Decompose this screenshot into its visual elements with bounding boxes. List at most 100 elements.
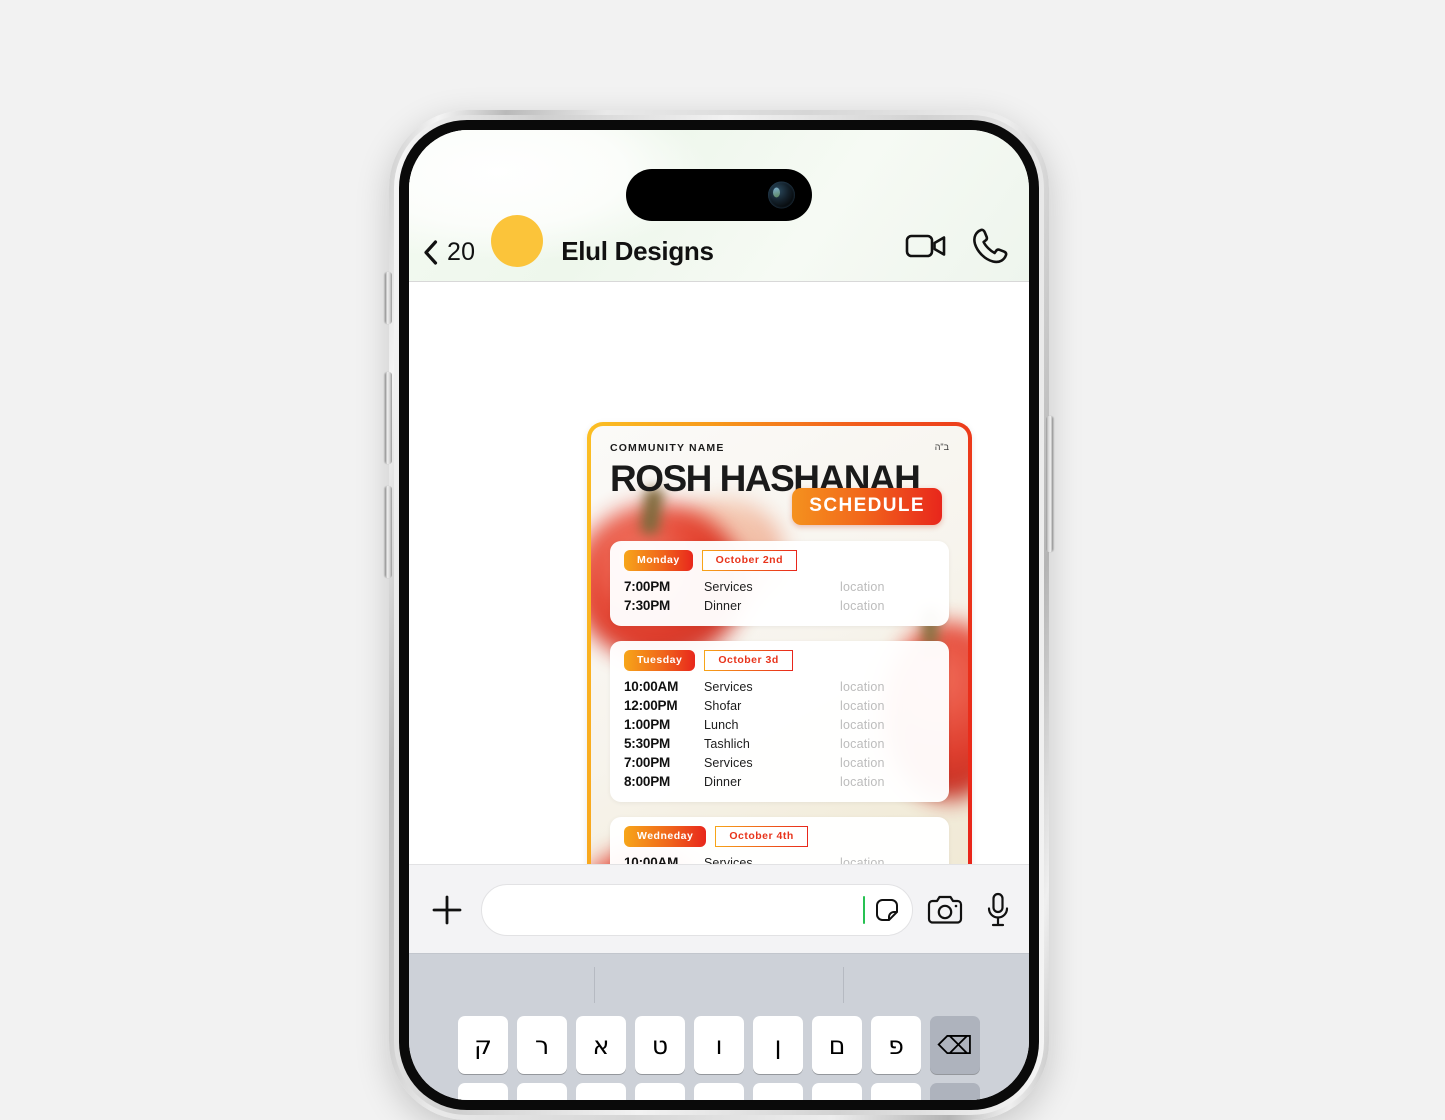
keyboard-row-2-key[interactable] bbox=[812, 1083, 862, 1100]
message-input[interactable] bbox=[481, 883, 913, 936]
event-time: 10:00AM bbox=[624, 678, 679, 694]
keyboard-row-2-key[interactable] bbox=[635, 1083, 685, 1100]
contact-name: Elul Designs bbox=[561, 236, 714, 266]
chat-message-list[interactable]: COMMUNITY NAME ב"ה ROSH HASHANAH SCHEDUL… bbox=[409, 282, 1029, 864]
event-time: 7:00PM bbox=[624, 578, 671, 594]
schedule-day-cards: Monday October 2nd 7:00PM Services location 7… bbox=[591, 525, 968, 864]
event-location: location bbox=[840, 698, 885, 713]
schedule-event-row: 1:00PM Lunch location bbox=[624, 715, 935, 734]
event-name: Lunch bbox=[704, 717, 739, 732]
keyboard-row-2-key[interactable] bbox=[576, 1083, 626, 1100]
event-time: 1:00PM bbox=[624, 716, 671, 732]
event-time: 10:00AM bbox=[624, 854, 679, 864]
keyboard-row-2-key[interactable] bbox=[871, 1083, 921, 1100]
plus-icon[interactable] bbox=[427, 890, 467, 930]
phone-screen: 20 Elul Designs COMMUNITY NAME ב"ה ROSH … bbox=[409, 130, 1029, 1100]
schedule-event-row: 5:30PM Tashlich location bbox=[624, 734, 935, 753]
event-location: location bbox=[840, 598, 885, 613]
text-cursor bbox=[862, 895, 865, 924]
key-א[interactable]: א bbox=[576, 1016, 626, 1074]
predictive-divider bbox=[842, 967, 844, 1003]
event-location: location bbox=[840, 579, 885, 594]
message-composer bbox=[409, 864, 1029, 954]
power-button[interactable] bbox=[1046, 416, 1053, 552]
event-name: Shofar bbox=[704, 698, 742, 713]
event-location: location bbox=[840, 774, 885, 789]
event-name: Services bbox=[704, 755, 753, 770]
event-name: Dinner bbox=[704, 774, 742, 789]
schedule-event-row: 7:00PM Services location bbox=[624, 753, 935, 772]
day-pill: Tuesday bbox=[624, 649, 696, 671]
video-camera-icon[interactable] bbox=[905, 225, 947, 267]
event-location: location bbox=[840, 736, 885, 751]
event-name: Services bbox=[704, 579, 753, 594]
backspace-icon[interactable]: ⌫ bbox=[930, 1016, 980, 1074]
event-location: location bbox=[840, 755, 885, 770]
sticker-icon[interactable] bbox=[874, 897, 900, 923]
phone-icon[interactable] bbox=[969, 225, 1011, 267]
unread-count: 20 bbox=[447, 238, 476, 266]
predictive-text-bar[interactable] bbox=[409, 954, 1029, 1016]
schedule-event-row: 7:00PM Services location bbox=[624, 577, 935, 596]
phone-bezel: 20 Elul Designs COMMUNITY NAME ב"ה ROSH … bbox=[399, 120, 1039, 1110]
key-ר[interactable]: ר bbox=[517, 1016, 567, 1074]
keyboard-row-2-key[interactable] bbox=[458, 1083, 508, 1100]
screenshot-stage: 20 Elul Designs COMMUNITY NAME ב"ה ROSH … bbox=[0, 0, 1445, 1120]
day-pill: Wedneday bbox=[624, 825, 707, 847]
keyboard-row-2-key[interactable] bbox=[694, 1083, 744, 1100]
event-time: 7:00PM bbox=[624, 754, 671, 770]
keyboard-row-2 bbox=[409, 1083, 1029, 1100]
keyboard-row-1: ק ר א ט ו ן ם פ ⌫ bbox=[409, 1016, 1029, 1074]
back-button[interactable]: 20 bbox=[423, 238, 475, 267]
date-pill: October 3d bbox=[704, 649, 793, 671]
key-ו[interactable]: ו bbox=[694, 1016, 744, 1074]
volume-down-button[interactable] bbox=[385, 486, 392, 578]
date-pill: October 4th bbox=[715, 825, 808, 847]
camera-icon[interactable] bbox=[927, 892, 963, 928]
schedule-event-row: 8:00PM Dinner location bbox=[624, 772, 935, 791]
schedule-day-card: Wedneday October 4th 10:00AM Services locati… bbox=[610, 816, 949, 864]
phone-device: 20 Elul Designs COMMUNITY NAME ב"ה ROSH … bbox=[385, 110, 1053, 1120]
action-button[interactable] bbox=[385, 272, 392, 324]
event-name: Services bbox=[704, 679, 753, 694]
day-pill: Monday bbox=[624, 549, 693, 571]
chat-navbar: 20 Elul Designs bbox=[409, 130, 1029, 282]
day-card-header: Wedneday October 4th bbox=[624, 825, 935, 847]
event-location: location bbox=[840, 855, 885, 864]
key-פ[interactable]: פ bbox=[871, 1016, 921, 1074]
volume-up-button[interactable] bbox=[385, 372, 392, 464]
keyboard-row-2-key[interactable] bbox=[517, 1083, 567, 1100]
key-ק[interactable]: ק bbox=[458, 1016, 508, 1074]
date-pill: October 2nd bbox=[701, 549, 798, 571]
key-ם[interactable]: ם bbox=[812, 1016, 862, 1074]
event-time: 8:00PM bbox=[624, 773, 671, 789]
schedule-event-row: 10:00AM Services location bbox=[624, 853, 935, 864]
event-name: Tashlich bbox=[704, 736, 750, 751]
schedule-day-card: Tuesday October 3d 10:00AM Services location… bbox=[610, 640, 949, 802]
microphone-icon[interactable] bbox=[985, 892, 1011, 928]
key-ן[interactable]: ן bbox=[753, 1016, 803, 1074]
day-card-header: Tuesday October 3d bbox=[624, 649, 935, 671]
schedule-event-row: 7:30PM Dinner location bbox=[624, 596, 935, 615]
community-name: COMMUNITY NAME bbox=[610, 442, 725, 454]
event-location: location bbox=[840, 679, 885, 694]
chevron-left-icon bbox=[424, 240, 438, 265]
day-card-header: Monday October 2nd bbox=[624, 549, 935, 571]
event-time: 7:30PM bbox=[624, 597, 671, 613]
avatar[interactable] bbox=[491, 215, 544, 267]
event-time: 12:00PM bbox=[624, 697, 678, 713]
schedule-day-card: Monday October 2nd 7:00PM Services location 7… bbox=[610, 540, 949, 626]
event-time: 5:30PM bbox=[624, 735, 671, 751]
keyboard-row-2-key[interactable] bbox=[753, 1083, 803, 1100]
key-ט[interactable]: ט bbox=[635, 1016, 685, 1074]
event-location: location bbox=[840, 717, 885, 732]
bh-inscription: ב"ה bbox=[934, 442, 949, 452]
poster-header: COMMUNITY NAME ב"ה ROSH HASHANAH SCHEDUL… bbox=[591, 426, 968, 525]
event-name: Dinner bbox=[704, 598, 742, 613]
virtual-keyboard[interactable]: ק ר א ט ו ן ם פ ⌫ bbox=[409, 953, 1029, 1100]
event-name: Services bbox=[704, 855, 753, 864]
predictive-divider bbox=[594, 967, 596, 1003]
poster-header-row: COMMUNITY NAME ב"ה bbox=[610, 442, 949, 454]
message-image-attachment[interactable]: COMMUNITY NAME ב"ה ROSH HASHANAH SCHEDUL… bbox=[587, 422, 972, 864]
keyboard-row-2-key[interactable] bbox=[930, 1083, 980, 1100]
